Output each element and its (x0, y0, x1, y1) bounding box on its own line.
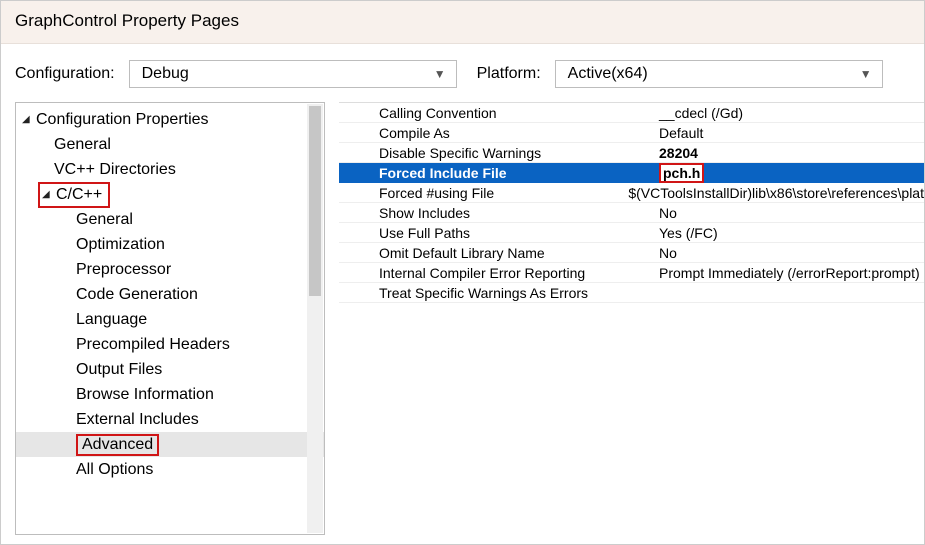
tree-label: Advanced (76, 434, 159, 456)
tree-label: Configuration Properties (36, 111, 209, 129)
configuration-label: Configuration: (15, 65, 115, 83)
tree-item-external-includes[interactable]: External Includes (16, 407, 324, 432)
scrollbar-thumb[interactable] (309, 106, 321, 296)
prop-name: Forced #using File (339, 185, 628, 201)
chevron-down-icon: ▼ (860, 67, 872, 81)
tree-label: VC++ Directories (54, 161, 176, 179)
chevron-down-icon: ▼ (434, 67, 446, 81)
prop-name: Internal Compiler Error Reporting (339, 265, 659, 281)
tree-label: General (54, 136, 111, 154)
grid-row-full-paths[interactable]: Use Full Paths Yes (/FC) (339, 223, 924, 243)
prop-name: Use Full Paths (339, 225, 659, 241)
prop-name: Omit Default Library Name (339, 245, 659, 261)
tree-label: Preprocessor (76, 261, 171, 279)
tree-label: Browse Information (76, 386, 214, 404)
tree-label: Code Generation (76, 286, 198, 304)
prop-value[interactable]: Prompt Immediately (/errorReport:prompt) (659, 265, 924, 281)
caret-down-icon: ◢ (42, 189, 56, 200)
prop-value[interactable]: 28204 (659, 145, 924, 161)
tree-item-language[interactable]: Language (16, 307, 324, 332)
prop-value[interactable]: Default (659, 125, 924, 141)
tree-item-ccpp[interactable]: ◢ C/C++ (16, 182, 324, 207)
property-grid: Calling Convention __cdecl (/Gd) Compile… (339, 102, 924, 535)
tree-item-vcpp-dirs[interactable]: VC++ Directories (16, 157, 324, 182)
tree-item-codegen[interactable]: Code Generation (16, 282, 324, 307)
platform-label: Platform: (477, 65, 541, 83)
platform-value: Active(x64) (568, 65, 648, 83)
prop-value[interactable]: __cdecl (/Gd) (659, 105, 924, 121)
grid-row-compile-as[interactable]: Compile As Default (339, 123, 924, 143)
prop-value[interactable]: No (659, 205, 924, 221)
platform-dropdown[interactable]: Active(x64) ▼ (555, 60, 883, 88)
grid-row-warn-errors[interactable]: Treat Specific Warnings As Errors (339, 283, 924, 303)
tree-item-preprocessor[interactable]: Preprocessor (16, 257, 324, 282)
tree-item-ccpp-general[interactable]: General (16, 207, 324, 232)
tree-label: General (76, 211, 133, 229)
caret-down-icon: ◢ (22, 114, 36, 125)
tree-item-optimization[interactable]: Optimization (16, 232, 324, 257)
tree-item-browse-info[interactable]: Browse Information (16, 382, 324, 407)
highlighted-value: pch.h (659, 163, 704, 183)
tree-scrollbar[interactable] (307, 104, 323, 533)
tree-label: Optimization (76, 236, 165, 254)
tree-label: C/C++ (56, 186, 102, 204)
grid-row-forced-using[interactable]: Forced #using File $(VCToolsInstallDir)l… (339, 183, 924, 203)
tree-root[interactable]: ◢ Configuration Properties (16, 107, 324, 132)
tree-label: External Includes (76, 411, 199, 429)
toolbar: Configuration: Debug ▼ Platform: Active(… (1, 44, 924, 102)
prop-name: Disable Specific Warnings (339, 145, 659, 161)
tree-item-output-files[interactable]: Output Files (16, 357, 324, 382)
tree-label: Language (76, 311, 147, 329)
tree-item-all-options[interactable]: All Options (16, 457, 324, 482)
grid-row-forced-include[interactable]: Forced Include File pch.h (339, 163, 924, 183)
tree-label: All Options (76, 461, 153, 479)
tree-label: Output Files (76, 361, 162, 379)
prop-name: Compile As (339, 125, 659, 141)
prop-name: Treat Specific Warnings As Errors (339, 285, 659, 301)
window-title: GraphControl Property Pages (1, 1, 924, 44)
configuration-dropdown[interactable]: Debug ▼ (129, 60, 457, 88)
prop-name: Calling Convention (339, 105, 659, 121)
prop-name: Forced Include File (339, 165, 659, 181)
prop-value[interactable]: No (659, 245, 924, 261)
grid-row-ice-report[interactable]: Internal Compiler Error Reporting Prompt… (339, 263, 924, 283)
configuration-value: Debug (142, 65, 189, 83)
grid-row-disable-warnings[interactable]: Disable Specific Warnings 28204 (339, 143, 924, 163)
tree-item-general[interactable]: General (16, 132, 324, 157)
tree-panel: ◢ Configuration Properties General VC++ … (15, 102, 325, 535)
prop-value[interactable]: $(VCToolsInstallDir)lib\x86\store\refere… (628, 185, 924, 201)
prop-name: Show Includes (339, 205, 659, 221)
tree-label: Precompiled Headers (76, 336, 230, 354)
tree-item-precompiled[interactable]: Precompiled Headers (16, 332, 324, 357)
grid-row-show-includes[interactable]: Show Includes No (339, 203, 924, 223)
tree-item-advanced[interactable]: Advanced (16, 432, 324, 457)
prop-value[interactable]: Yes (/FC) (659, 225, 924, 241)
grid-row-omit-lib[interactable]: Omit Default Library Name No (339, 243, 924, 263)
grid-row-calling-convention[interactable]: Calling Convention __cdecl (/Gd) (339, 103, 924, 123)
prop-value[interactable]: pch.h (659, 163, 924, 183)
